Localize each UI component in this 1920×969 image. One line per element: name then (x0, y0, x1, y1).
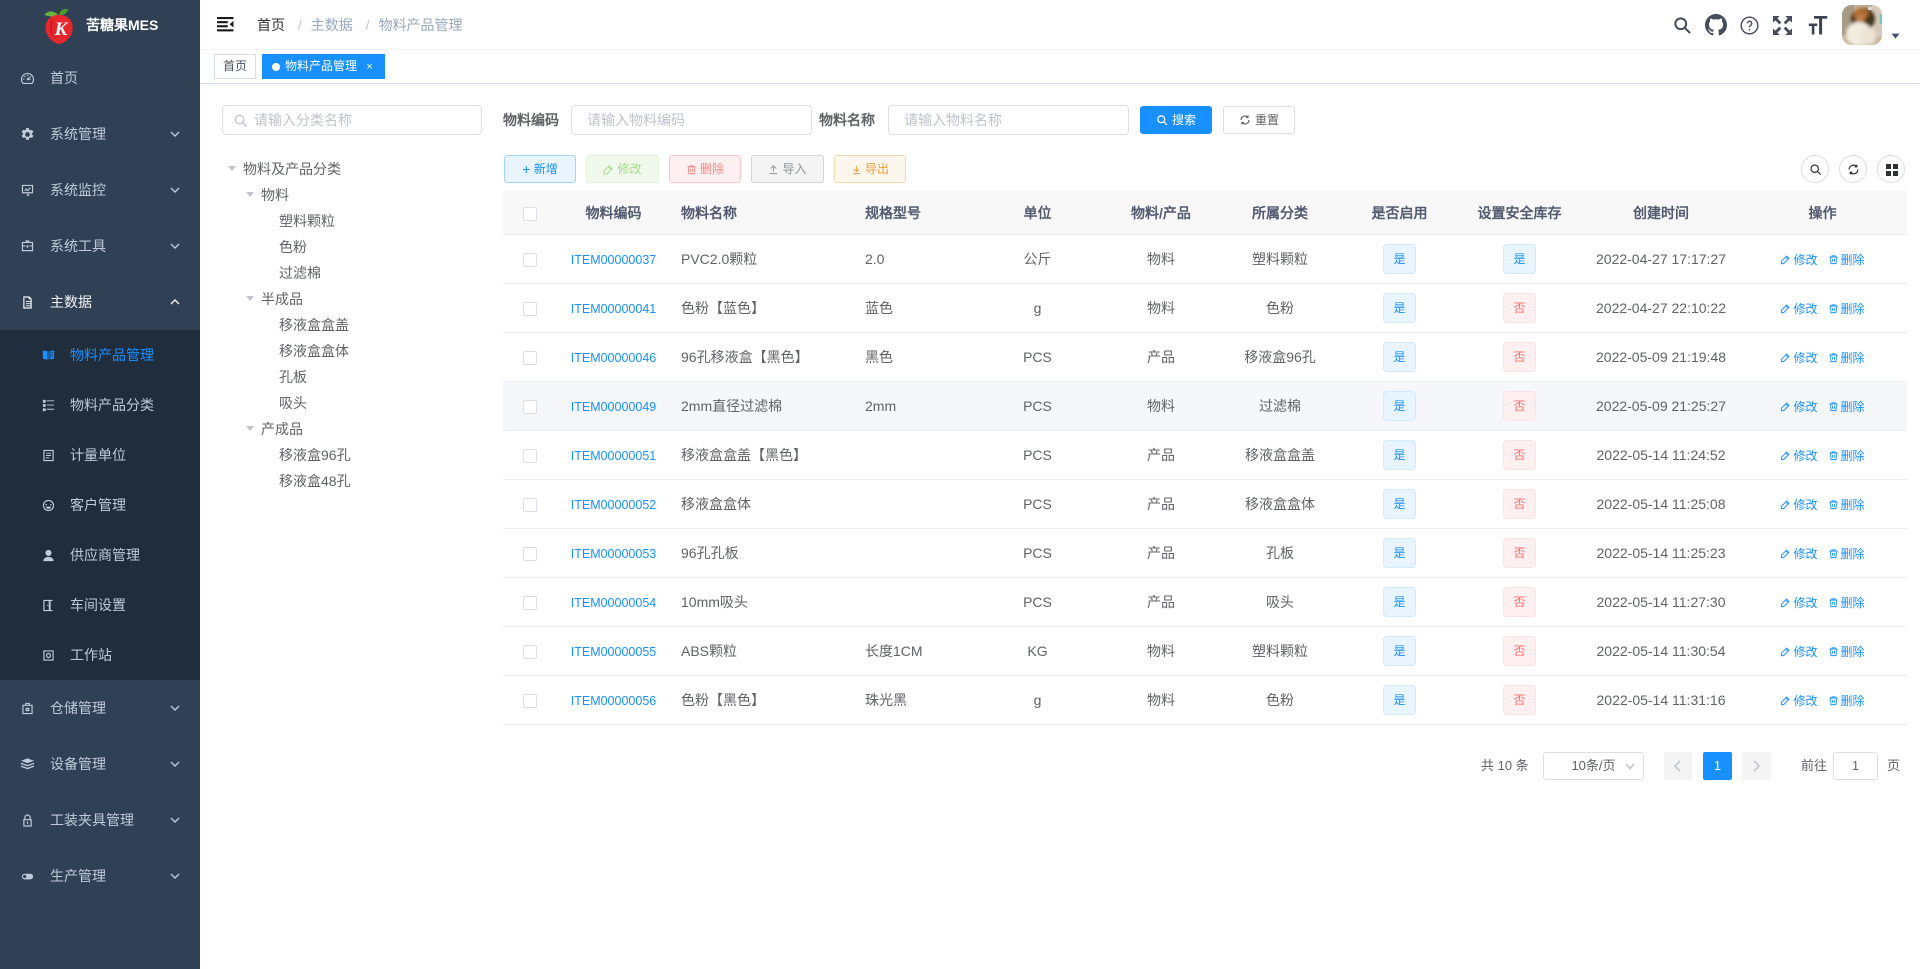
svg-text:K: K (54, 19, 69, 40)
